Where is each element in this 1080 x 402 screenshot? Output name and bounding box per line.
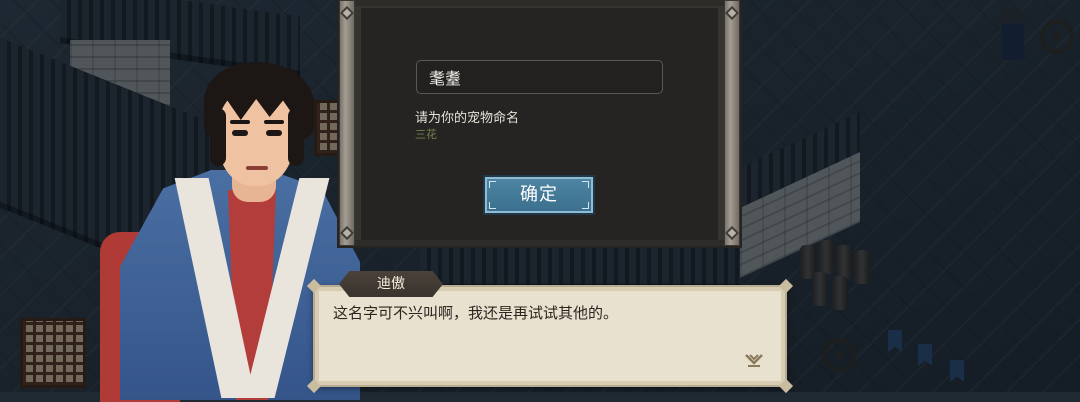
frame-ornament: [724, 5, 740, 21]
dialog-frame-left: [339, 0, 355, 246]
speech-dialog-box[interactable]: [306, 278, 794, 394]
speech-text: 这名字可不兴叫啊，我还是再试试其他的。: [333, 304, 619, 322]
character-brow: [230, 120, 250, 124]
name-suggestion-text: 三花: [415, 128, 437, 141]
frame-ornament: [724, 225, 740, 241]
character-face: [218, 90, 294, 186]
button-corner-ornament: [582, 202, 589, 209]
character-eye: [232, 130, 248, 136]
character-brow: [264, 120, 284, 124]
speaker-name-tag: 迪傲: [339, 271, 443, 297]
character-mouth: [246, 166, 268, 170]
dialog-frame-right: [724, 0, 740, 246]
button-corner-ornament: [489, 202, 496, 209]
button-corner-ornament: [582, 181, 589, 188]
pet-name-input[interactable]: [416, 60, 663, 94]
frame-ornament: [339, 225, 355, 241]
character-hair-side: [210, 108, 226, 166]
confirm-button[interactable]: 确定: [483, 175, 595, 215]
chevron-down-icon[interactable]: [744, 352, 764, 368]
frame-ornament: [339, 5, 355, 21]
name-prompt-label: 请为你的宠物命名: [415, 111, 520, 126]
character-eye: [266, 130, 282, 136]
confirm-button-label: 确定: [520, 184, 558, 205]
button-corner-ornament: [489, 181, 496, 188]
